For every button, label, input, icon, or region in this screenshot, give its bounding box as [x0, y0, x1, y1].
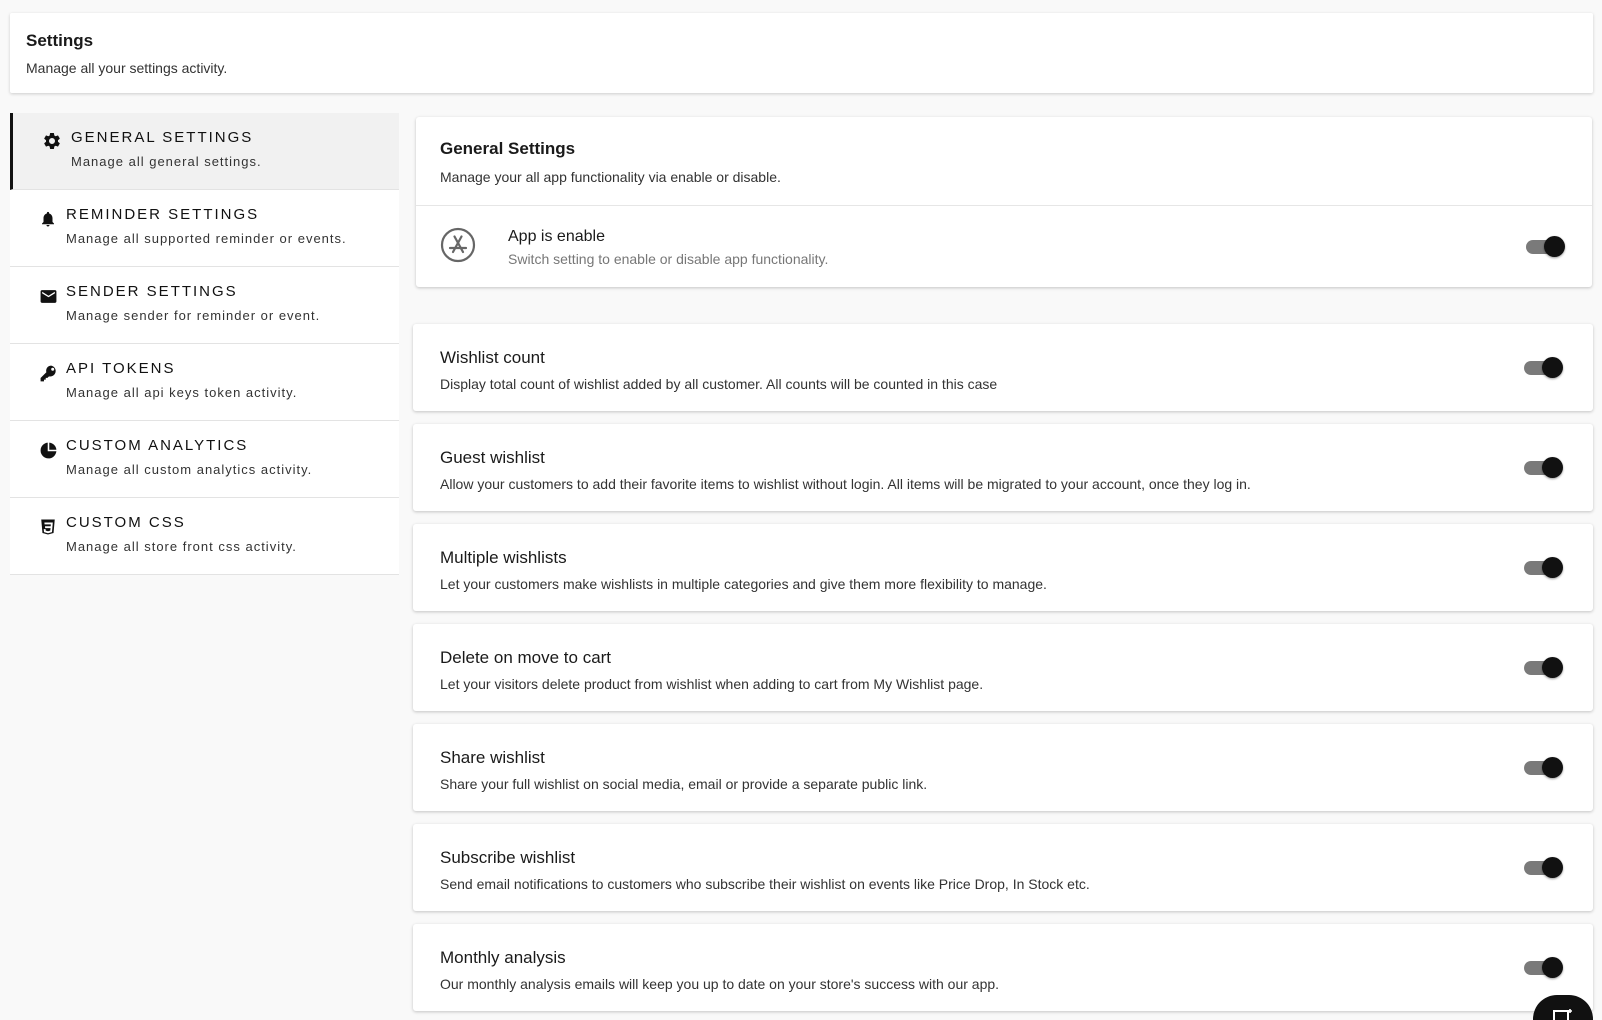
feature-description: Our monthly analysis emails will keep yo… [440, 976, 1000, 992]
sidebar-item-subtitle: Manage all store front css activity. [66, 539, 297, 554]
feature-description: Let your customers make wishlists in mul… [440, 576, 1047, 592]
sidebar-item-api-tokens[interactable]: API TOKENS Manage all api keys token act… [10, 344, 399, 421]
guest-wishlist-card: Guest wishlist Allow your customers to a… [413, 424, 1593, 511]
feature-title: Wishlist count [440, 348, 545, 367]
feature-description: Share your full wishlist on social media… [440, 776, 928, 792]
bell-icon [38, 209, 58, 229]
sidebar-item-subtitle: Manage all general settings. [71, 154, 262, 169]
wishlist-count-toggle[interactable] [1524, 356, 1564, 378]
feature-title: Multiple wishlists [440, 548, 567, 567]
feature-description: Send email notifications to customers wh… [440, 876, 1090, 892]
sidebar-item-subtitle: Manage all supported reminder or events. [66, 231, 347, 246]
multiple-wishlists-toggle[interactable] [1524, 556, 1564, 578]
sidebar-item-title: REMINDER SETTINGS [66, 206, 260, 223]
sidebar-item-reminder-settings[interactable]: REMINDER SETTINGS Manage all supported r… [10, 190, 399, 267]
toggle-knob [1544, 236, 1565, 257]
feature-title: Monthly analysis [440, 948, 566, 967]
delete-on-move-to-cart-card: Delete on move to cart Let your visitors… [413, 624, 1593, 711]
page-header: Settings Manage all your settings activi… [10, 13, 1593, 93]
sidebar-item-title: API TOKENS [66, 360, 176, 377]
general-settings-title: General Settings [440, 139, 576, 158]
feature-title: Guest wishlist [440, 448, 545, 467]
toggle-knob [1542, 457, 1563, 478]
sidebar-item-general-settings[interactable]: GENERAL SETTINGS Manage all general sett… [10, 113, 399, 190]
share-wishlist-card: Share wishlist Share your full wishlist … [413, 724, 1593, 811]
app-store-icon [440, 227, 476, 263]
delete-on-move-to-cart-toggle[interactable] [1524, 656, 1564, 678]
general-settings-subtitle: Manage your all app functionality via en… [440, 169, 781, 185]
app-enable-toggle[interactable] [1526, 235, 1566, 257]
wishlist-count-card: Wishlist count Display total count of wi… [413, 324, 1593, 411]
sidebar-item-subtitle: Manage sender for reminder or event. [66, 308, 321, 323]
sidebar-item-custom-css[interactable]: CUSTOM CSS Manage all store front css ac… [10, 498, 399, 575]
toggle-knob [1542, 757, 1563, 778]
subscribe-wishlist-card: Subscribe wishlist Send email notificati… [413, 824, 1593, 911]
share-wishlist-toggle[interactable] [1524, 756, 1564, 778]
app-enable-row: App is enable Switch setting to enable o… [416, 206, 1592, 286]
css3-icon [38, 517, 58, 537]
feature-description: Let your visitors delete product from wi… [440, 676, 984, 692]
pie-chart-icon [38, 440, 58, 460]
sidebar-item-title: SENDER SETTINGS [66, 283, 238, 300]
toggle-knob [1542, 357, 1563, 378]
multiple-wishlists-card: Multiple wishlists Let your customers ma… [413, 524, 1593, 611]
page-title: Settings [26, 31, 94, 50]
toggle-knob [1542, 857, 1563, 878]
settings-sidebar: GENERAL SETTINGS Manage all general sett… [10, 113, 399, 575]
app-enable-subtitle: Switch setting to enable or disable app … [508, 251, 829, 267]
feature-description: Allow your customers to add their favori… [440, 476, 1251, 492]
feature-title: Delete on move to cart [440, 648, 612, 667]
key-icon [38, 363, 58, 383]
subscribe-wishlist-toggle[interactable] [1524, 856, 1564, 878]
envelope-icon [38, 286, 58, 306]
feature-description: Display total count of wishlist added by… [440, 376, 998, 392]
toggle-knob [1542, 957, 1563, 978]
gear-icon [42, 131, 62, 151]
monthly-analysis-card: Monthly analysis Our monthly analysis em… [413, 924, 1593, 1011]
feature-title: Subscribe wishlist [440, 848, 576, 867]
feature-title: Share wishlist [440, 748, 545, 767]
sidebar-item-title: GENERAL SETTINGS [71, 129, 254, 146]
sidebar-item-title: CUSTOM CSS [66, 514, 186, 531]
guest-wishlist-toggle[interactable] [1524, 456, 1564, 478]
general-settings-card: General Settings Manage your all app fun… [416, 117, 1592, 287]
toggle-knob [1542, 657, 1563, 678]
sidebar-item-title: CUSTOM ANALYTICS [66, 437, 249, 454]
app-enable-title: App is enable [508, 228, 605, 245]
sidebar-item-subtitle: Manage all api keys token activity. [66, 385, 298, 400]
sidebar-item-subtitle: Manage all custom analytics activity. [66, 462, 313, 477]
chat-icon [1551, 1007, 1575, 1020]
page-subtitle: Manage all your settings activity. [26, 60, 228, 76]
general-settings-header: General Settings Manage your all app fun… [416, 117, 1592, 206]
sidebar-item-custom-analytics[interactable]: CUSTOM ANALYTICS Manage all custom analy… [10, 421, 399, 498]
sidebar-item-sender-settings[interactable]: SENDER SETTINGS Manage sender for remind… [10, 267, 399, 344]
monthly-analysis-toggle[interactable] [1524, 956, 1564, 978]
toggle-knob [1542, 557, 1563, 578]
